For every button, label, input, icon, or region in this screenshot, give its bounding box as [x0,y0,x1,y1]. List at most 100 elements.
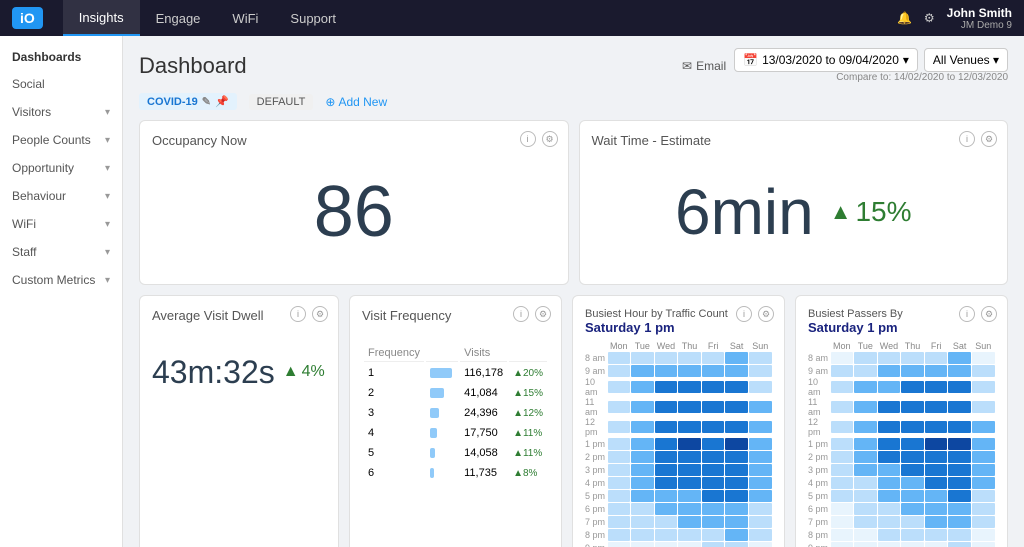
heatmap-cell [878,464,901,476]
heatmap-cell [631,438,654,450]
compare-text: Compare to: 14/02/2020 to 12/03/2020 [836,72,1008,83]
heatmap-cell [655,477,678,489]
heatmap-data-row: 1 pm [808,437,995,450]
heatmap-cell [631,381,654,393]
info-icon[interactable]: i [736,306,752,322]
settings-icon[interactable]: ⚙ [758,306,774,322]
info-icon[interactable]: i [290,306,306,322]
heatmap-cell [972,529,995,541]
wait-time-value: 6min [675,175,814,249]
heatmap-cell [831,381,854,393]
tab-covid19[interactable]: COVID-19 ✎ 📌 [139,93,237,110]
card-icons: i ⚙ [736,306,774,322]
bell-icon[interactable]: 🔔 [897,11,912,25]
freq-table: Frequency Visits 1 116,178 ▲20% 2 41,084… [362,343,549,484]
heatmap-data-row: 10 am [808,377,995,397]
heatmap-cell [972,352,995,364]
heatmap-cell [854,381,877,393]
nav-item-wifi[interactable]: WiFi [216,0,274,36]
heatmap-time-label: 9 pm [808,543,830,547]
heatmap-cell [948,401,971,413]
card-icons: i ⚙ [290,306,328,322]
heatmap-data-row: 5 pm [808,489,995,502]
occupancy-value: 86 [152,152,556,272]
heatmap-time-label: 1 pm [585,439,607,449]
sidebar-item-social[interactable]: Social [0,70,122,98]
heatmap-cell [948,464,971,476]
freq-pct: ▲15% [509,384,547,402]
heatmap-cell [854,352,877,364]
sidebar-item-wifi[interactable]: WiFi ▾ [0,210,122,238]
heatmap-cell [655,365,678,377]
heatmap-cell [972,401,995,413]
freq-visits: 41,084 [460,384,507,402]
calendar-icon: 📅 [743,53,758,67]
heatmap-cell [702,503,725,515]
heatmap-header-row: MonTueWedThuFriSatSun [808,341,995,351]
freq-col-header: Frequency [364,345,424,362]
sidebar-item-visitors[interactable]: Visitors ▾ [0,98,122,126]
heatmap-cell [854,438,877,450]
edit-icon[interactable]: ✎ [202,95,211,108]
settings-icon[interactable]: ⚙ [981,306,997,322]
card-icons: i ⚙ [513,306,551,322]
heatmap-day-label: Thu [678,341,702,351]
freq-pct: ▲20% [509,364,547,382]
heatmap-cell [878,365,901,377]
occupancy-card: Occupancy Now i ⚙ 86 [139,120,569,285]
heatmap-cell [608,381,631,393]
heatmap-cell [678,542,701,547]
info-icon[interactable]: i [959,306,975,322]
sidebar-item-peoplecounts[interactable]: People Counts ▾ [0,126,122,154]
freq-pct: ▲11% [509,444,547,462]
arrow-up-icon: ▲ [283,363,299,381]
nav-item-insights[interactable]: Insights [63,0,140,36]
info-icon[interactable]: i [520,131,536,147]
freq-bar-cell [426,404,458,422]
heatmap-cell [878,516,901,528]
freq-pct: ▲8% [509,464,547,482]
freq-rank: 3 [364,404,424,422]
heatmap-cell [655,438,678,450]
heatmap-cell [901,365,924,377]
heatmap-cell [831,477,854,489]
nav-item-support[interactable]: Support [274,0,352,36]
sidebar-item-staff[interactable]: Staff ▾ [0,238,122,266]
heatmap-cell [631,352,654,364]
heatmap-cell [608,529,631,541]
chevron-icon: ▾ [105,191,110,202]
info-icon[interactable]: i [959,131,975,147]
email-button[interactable]: ✉ Email [682,59,726,73]
settings-icon[interactable]: ⚙ [312,306,328,322]
heatmap-data-row: 2 pm [808,450,995,463]
settings-icon[interactable]: ⚙ [535,306,551,322]
heatmap-data-row: 7 pm [808,515,995,528]
heatmap-cell [831,352,854,364]
settings-icon[interactable]: ⚙ [981,131,997,147]
heatmap-cell [608,516,631,528]
gear-icon[interactable]: ⚙ [924,11,935,25]
sidebar-item-behaviour[interactable]: Behaviour ▾ [0,182,122,210]
heatmap-time-label: 12 pm [585,417,607,437]
chevron-icon: ▾ [105,247,110,258]
heatmap-cell [854,451,877,463]
settings-icon[interactable]: ⚙ [542,131,558,147]
dwell-value: 43m:32s [152,354,275,391]
venue-select[interactable]: All Venues ▾ [924,48,1008,72]
sidebar-item-custommetrics[interactable]: Custom Metrics ▾ [0,266,122,294]
heatmap-cell [901,352,924,364]
date-range-select[interactable]: 📅 13/03/2020 to 09/04/2020 ▾ [734,48,918,72]
nav-item-engage[interactable]: Engage [140,0,217,36]
freq-pct-header [509,345,547,362]
heatmap-cell [925,542,948,547]
nav-right-section: 🔔 ⚙ John Smith JM Demo 9 [897,6,1012,31]
wait-time-value-container: 6min ▲ 15% [592,152,996,272]
add-new-button[interactable]: ⊕ Add New [325,95,387,109]
arrow-up-icon: ▲ [830,199,852,225]
bottom-cards-row: Average Visit Dwell i ⚙ 43m:32s ▲ 4% Vis… [139,295,1008,547]
info-icon[interactable]: i [513,306,529,322]
heatmap-cell [948,365,971,377]
sidebar-item-opportunity[interactable]: Opportunity ▾ [0,154,122,182]
card-icons: i ⚙ [520,131,558,147]
chevron-icon: ▾ [105,163,110,174]
